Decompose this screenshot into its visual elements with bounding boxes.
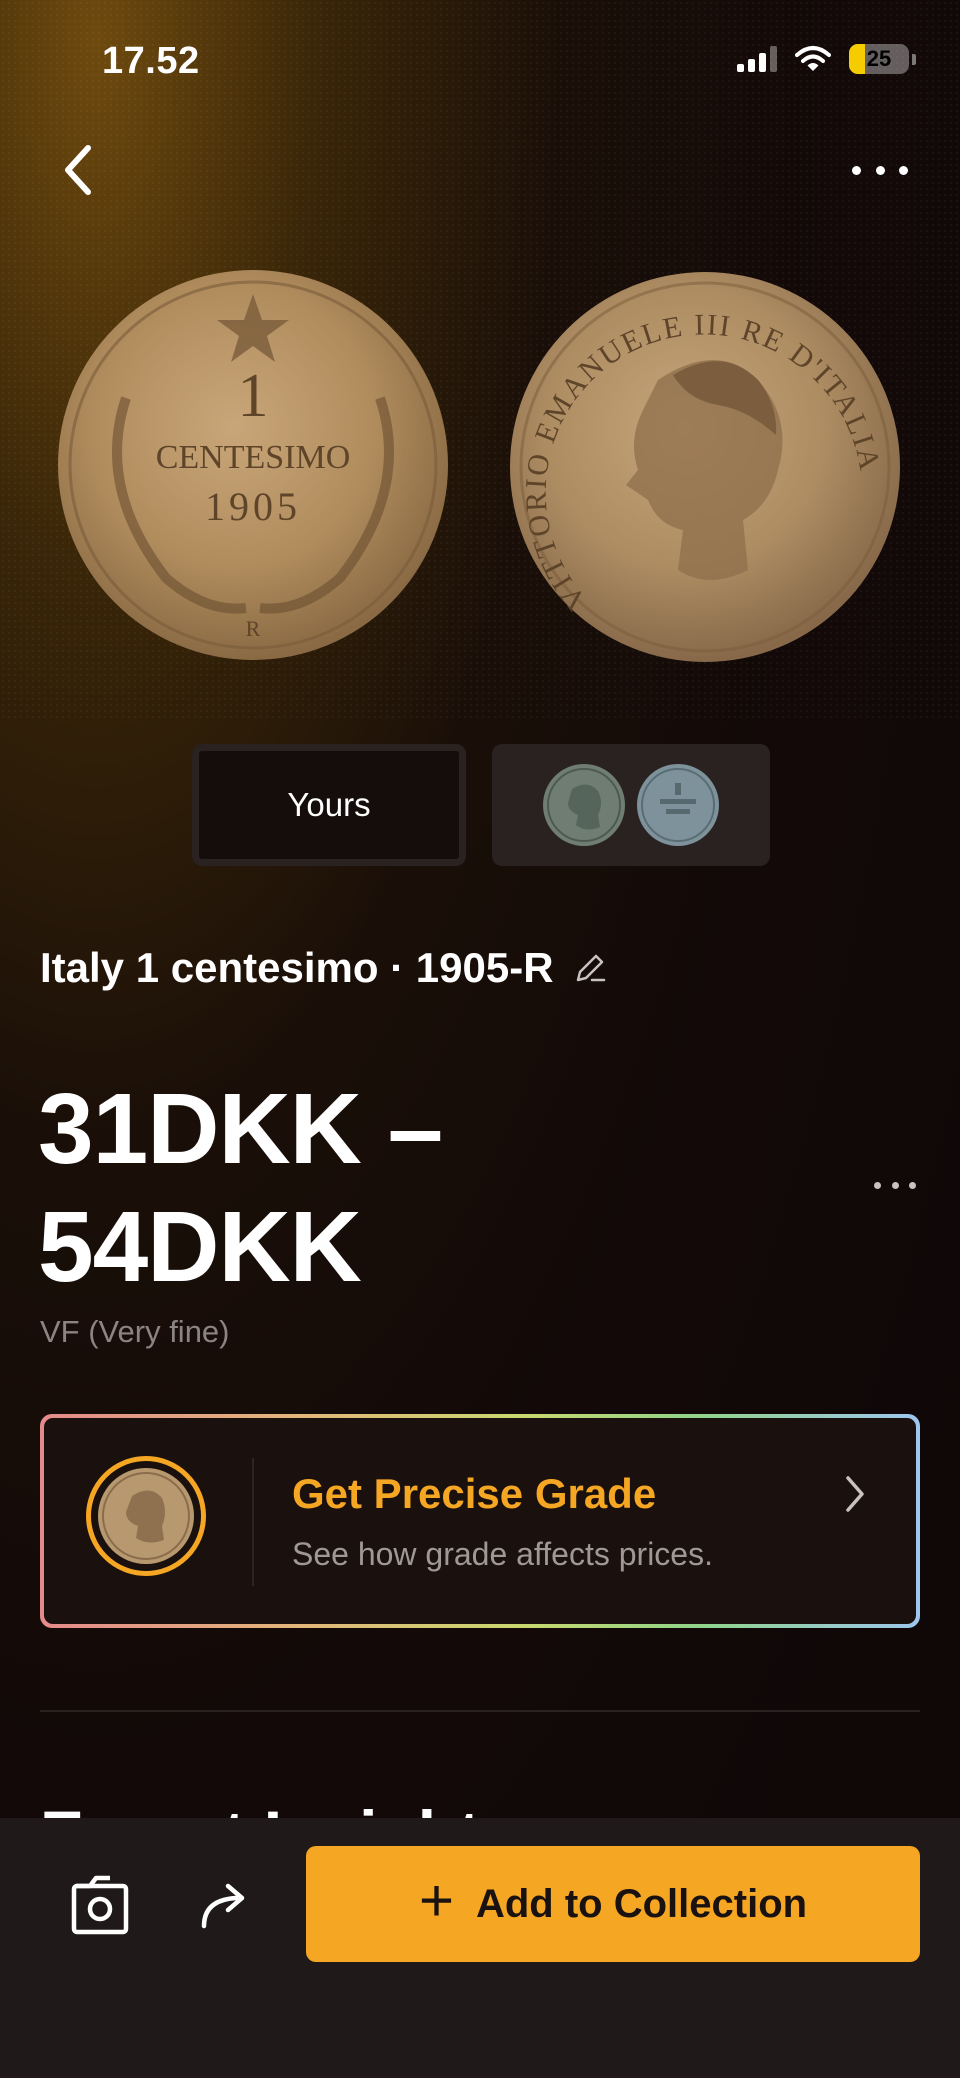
- coin-reverse-image[interactable]: 1 CENTESIMO 1905 R: [56, 268, 450, 662]
- precise-grade-card[interactable]: Get Precise Grade See how grade affects …: [40, 1414, 920, 1628]
- coin-title: Italy 1 centesimo · 1905-R: [40, 944, 554, 991]
- coin-numeral: 1: [238, 362, 269, 430]
- cellular-signal-icon: [737, 46, 777, 72]
- dot: [852, 165, 861, 175]
- wifi-icon: [795, 46, 831, 71]
- photo-camera-icon: [71, 1875, 129, 1935]
- battery-icon: 25: [849, 44, 909, 74]
- grade-coin-thumbnail: [86, 1456, 206, 1576]
- divider: [252, 1458, 254, 1586]
- precise-grade-title: Get Precise Grade: [292, 1470, 657, 1517]
- reference-coin-reverse-thumb: [637, 764, 719, 846]
- tab-yours[interactable]: Yours: [192, 744, 466, 866]
- price-range: 31DKK – 54DKK: [38, 1073, 443, 1303]
- chevron-right-icon: [846, 1476, 864, 1512]
- tab-reference-images[interactable]: [492, 744, 770, 866]
- chevron-left-icon: [65, 145, 91, 195]
- section-divider: [40, 1710, 920, 1712]
- reference-coin-obverse-thumb: [543, 764, 625, 846]
- dot: [874, 1181, 881, 1189]
- dot: [899, 165, 908, 175]
- share-button[interactable]: [196, 1876, 252, 1932]
- share-arrow-icon: [201, 1883, 245, 1929]
- add-to-collection-label: Add to Collection: [475, 1881, 808, 1926]
- battery-level: 25: [866, 46, 892, 71]
- plus-icon: +: [418, 1867, 454, 1934]
- more-options-button[interactable]: [852, 150, 908, 190]
- precise-grade-subtitle: See how grade affects prices.: [292, 1536, 713, 1572]
- add-to-collection-button[interactable]: + Add to Collection: [306, 1846, 920, 1962]
- coin-title-row: Italy 1 centesimo · 1905-R: [40, 944, 608, 992]
- grade-label: VF (Very fine): [40, 1314, 230, 1349]
- dot: [909, 1181, 916, 1189]
- back-button[interactable]: [58, 140, 102, 200]
- coin-denomination: CENTESIMO: [156, 439, 351, 476]
- price-more-button[interactable]: [874, 1175, 916, 1195]
- photo-camera-button[interactable]: [70, 1874, 130, 1936]
- coin-obverse-image[interactable]: VITTORIO EMANUELE III RE D'ITALIA: [508, 270, 902, 664]
- status-time: 17.52: [102, 40, 200, 82]
- tab-yours-label: Yours: [287, 786, 371, 823]
- coin-year: 1905: [205, 484, 301, 529]
- dot: [891, 1181, 899, 1189]
- dot: [875, 165, 885, 175]
- status-icons: 25: [737, 44, 916, 74]
- coin-mint-mark: R: [246, 616, 261, 641]
- edit-pencil-icon[interactable]: [572, 950, 608, 986]
